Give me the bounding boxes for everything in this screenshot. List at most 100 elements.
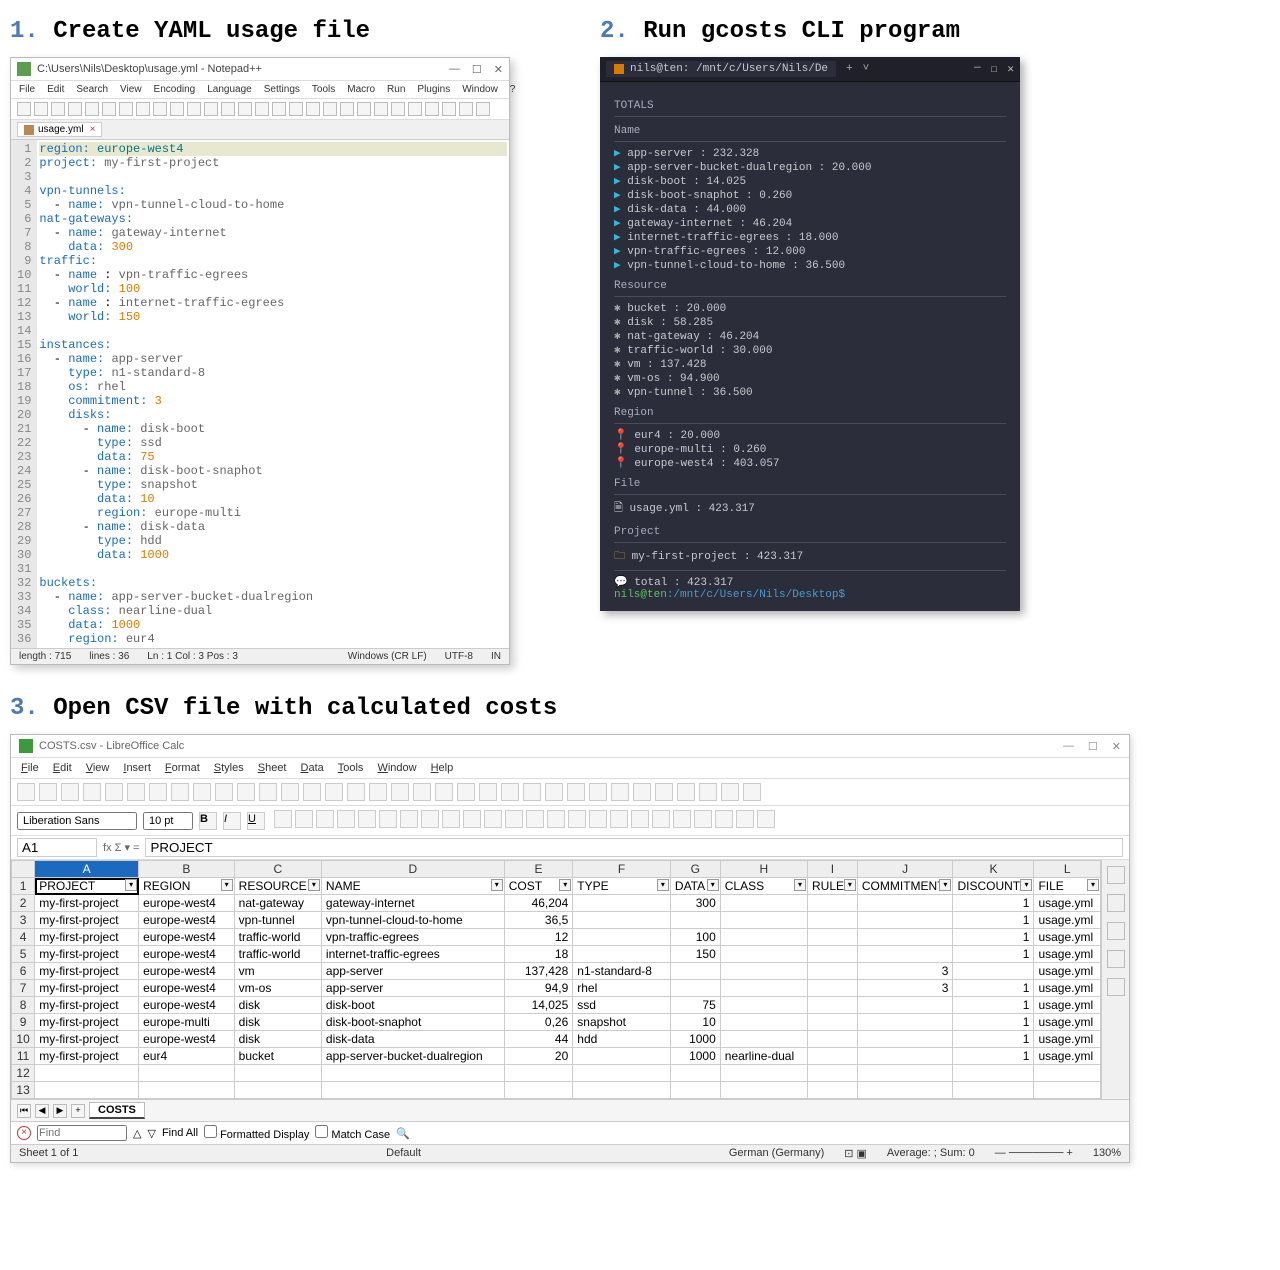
match-case-checkbox[interactable]: Match Case — [315, 1125, 390, 1141]
libre-toolbar-button[interactable] — [457, 783, 475, 801]
libre-fmt-button[interactable] — [547, 810, 565, 828]
row-header[interactable]: 13 — [12, 1082, 35, 1099]
cell[interactable]: 1 — [953, 997, 1034, 1014]
col-header-H[interactable]: H — [720, 861, 807, 878]
cell[interactable] — [504, 1082, 573, 1099]
code-line[interactable]: disks: — [39, 408, 507, 422]
npp-toolbar[interactable] — [11, 99, 509, 120]
libre-fmt-button[interactable] — [337, 810, 355, 828]
terminal-tab[interactable]: nils@ten: /mnt/c/Users/Nils/De — [606, 61, 836, 77]
filter-dropdown-icon[interactable]: ▾ — [308, 879, 320, 891]
code-line[interactable]: type: snapshot — [39, 478, 507, 492]
new-tab-icon[interactable]: + — [846, 63, 853, 75]
npp-menu-search[interactable]: Search — [76, 84, 108, 95]
cell[interactable]: my-first-project — [35, 929, 139, 946]
col-header-A[interactable]: A — [35, 861, 139, 878]
npp-menu-?[interactable]: ? — [510, 84, 516, 95]
libre-toolbar-button[interactable] — [677, 783, 695, 801]
spreadsheet-grid[interactable]: ABCDEFGHIJKL1PROJECT▾REGION▾RESOURCE▾NAM… — [11, 860, 1101, 1099]
libre-fmt-button[interactable] — [631, 810, 649, 828]
formula-input[interactable] — [145, 838, 1123, 857]
libre-toolbar-button[interactable] — [523, 783, 541, 801]
libre-menu-data[interactable]: Data — [301, 762, 324, 774]
code-line[interactable]: world: 100 — [39, 282, 507, 296]
filter-header[interactable]: DATA▾ — [670, 878, 720, 895]
cell[interactable]: europe-west4 — [139, 963, 235, 980]
cell[interactable] — [808, 1065, 858, 1082]
cell[interactable]: app-server — [321, 980, 504, 997]
npp-toolbar-button[interactable] — [340, 102, 354, 116]
libre-toolbar-button[interactable] — [369, 783, 387, 801]
cell[interactable] — [857, 1082, 953, 1099]
npp-toolbar-button[interactable] — [255, 102, 269, 116]
npp-toolbar-button[interactable] — [17, 102, 31, 116]
filter-header[interactable]: REGION▾ — [139, 878, 235, 895]
col-header-I[interactable]: I — [808, 861, 858, 878]
libre-fmt-button[interactable] — [610, 810, 628, 828]
code-line[interactable]: data: 300 — [39, 240, 507, 254]
filter-header[interactable]: RULE▾ — [808, 878, 858, 895]
cell[interactable]: my-first-project — [35, 895, 139, 912]
code-line[interactable]: os: rhel — [39, 380, 507, 394]
libre-fmt-button[interactable] — [757, 810, 775, 828]
tab-first-icon[interactable]: ⏮ — [17, 1104, 31, 1118]
npp-toolbar-button[interactable] — [34, 102, 48, 116]
npp-menu-language[interactable]: Language — [207, 84, 252, 95]
libre-menu-tools[interactable]: Tools — [338, 762, 364, 774]
npp-toolbar-button[interactable] — [442, 102, 456, 116]
cell[interactable]: 20 — [504, 1048, 573, 1065]
cell[interactable]: 1 — [953, 929, 1034, 946]
cell[interactable] — [720, 1065, 807, 1082]
code-line[interactable]: world: 150 — [39, 310, 507, 324]
col-header-J[interactable]: J — [857, 861, 953, 878]
libre-fmt-button[interactable] — [274, 810, 292, 828]
cell[interactable]: my-first-project — [35, 1014, 139, 1031]
libre-toolbar-button[interactable] — [435, 783, 453, 801]
npp-toolbar-button[interactable] — [187, 102, 201, 116]
cell[interactable]: usage.yml — [1034, 1014, 1101, 1031]
row-header[interactable]: 6 — [12, 963, 35, 980]
cell[interactable]: 46,204 — [504, 895, 573, 912]
filter-header[interactable]: FILE▾ — [1034, 878, 1101, 895]
underline-button[interactable]: U — [247, 812, 265, 830]
cell[interactable]: n1-standard-8 — [573, 963, 671, 980]
code-line[interactable]: region: europe-west4 — [39, 142, 507, 156]
filter-dropdown-icon[interactable]: ▾ — [125, 879, 137, 891]
cell[interactable]: 100 — [670, 929, 720, 946]
filter-header[interactable]: NAME▾ — [321, 878, 504, 895]
cell[interactable]: my-first-project — [35, 997, 139, 1014]
find-all-button[interactable]: Find All — [162, 1127, 198, 1139]
libre-menu-view[interactable]: View — [86, 762, 110, 774]
cell[interactable] — [573, 895, 671, 912]
row-header[interactable]: 5 — [12, 946, 35, 963]
cell[interactable]: 1 — [953, 1014, 1034, 1031]
filter-header[interactable]: RESOURCE▾ — [234, 878, 321, 895]
libre-main-toolbar[interactable] — [11, 779, 1129, 806]
npp-menu-view[interactable]: View — [120, 84, 142, 95]
npp-toolbar-button[interactable] — [408, 102, 422, 116]
cell[interactable]: usage.yml — [1034, 912, 1101, 929]
npp-menu-plugins[interactable]: Plugins — [417, 84, 450, 95]
filter-header[interactable]: CLASS▾ — [720, 878, 807, 895]
cell[interactable]: usage.yml — [1034, 1048, 1101, 1065]
cell[interactable]: 1 — [953, 1031, 1034, 1048]
code-line[interactable] — [39, 324, 507, 338]
cell[interactable]: vm — [234, 963, 321, 980]
cell[interactable] — [504, 1065, 573, 1082]
row-header[interactable]: 4 — [12, 929, 35, 946]
npp-menu-run[interactable]: Run — [387, 84, 405, 95]
filter-dropdown-icon[interactable]: ▾ — [1087, 879, 1099, 891]
cell[interactable] — [720, 1082, 807, 1099]
libre-toolbar-button[interactable] — [413, 783, 431, 801]
code-line[interactable]: - name: app-server-bucket-dualregion — [39, 590, 507, 604]
row-header[interactable]: 10 — [12, 1031, 35, 1048]
cell[interactable]: disk — [234, 1014, 321, 1031]
code-line[interactable]: data: 1000 — [39, 618, 507, 632]
cell[interactable]: 1 — [953, 912, 1034, 929]
npp-menu-file[interactable]: File — [19, 84, 35, 95]
cell[interactable]: 1000 — [670, 1031, 720, 1048]
cell[interactable]: disk-boot-snaphot — [321, 1014, 504, 1031]
cell[interactable] — [1034, 1065, 1101, 1082]
cell[interactable]: my-first-project — [35, 912, 139, 929]
libre-fmt-button[interactable] — [736, 810, 754, 828]
